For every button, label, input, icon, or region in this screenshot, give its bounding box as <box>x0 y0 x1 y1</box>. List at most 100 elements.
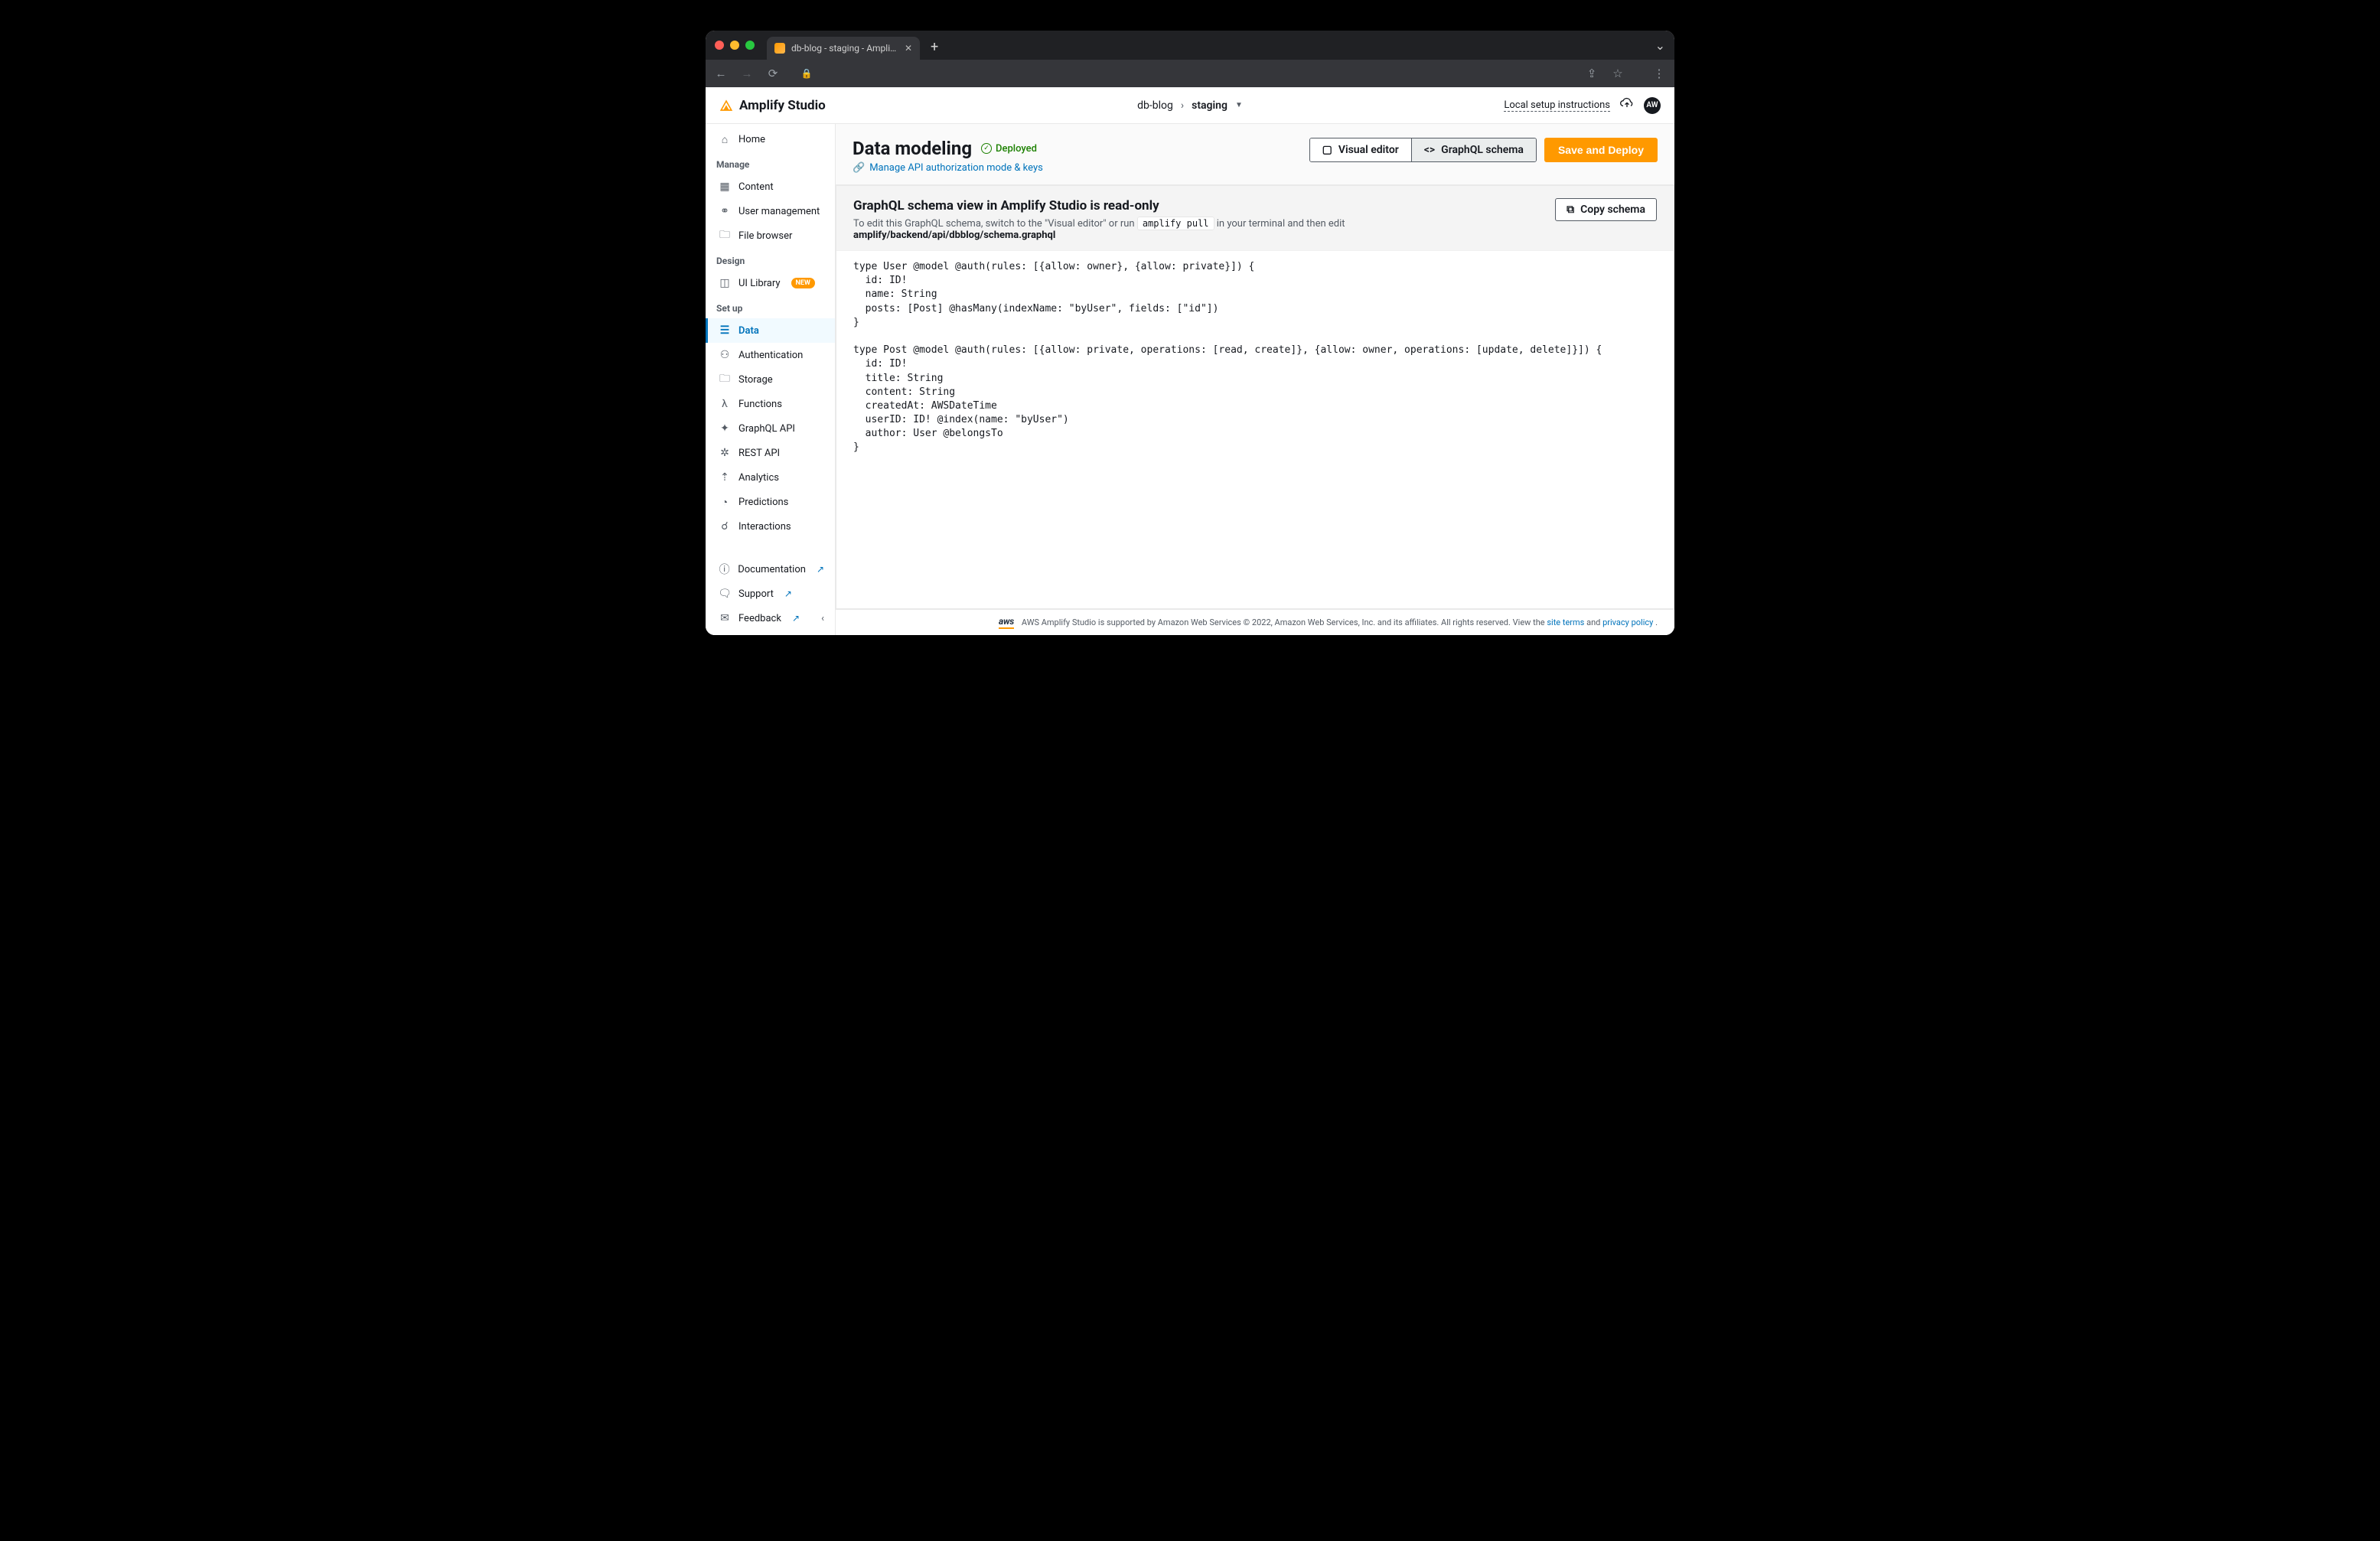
user-avatar[interactable]: AW <box>1644 97 1661 114</box>
sidebar-section-setup: Set up <box>706 295 835 318</box>
sidebar-item-analytics[interactable]: ⇡Analytics <box>706 465 835 490</box>
amplify-favicon-icon <box>774 43 785 54</box>
share-icon[interactable]: ⇪ <box>1586 67 1598 80</box>
breadcrumb-app: db-blog <box>1137 99 1173 112</box>
sidebar-item-functions[interactable]: λFunctions <box>706 392 835 416</box>
folder-icon: 🗀 <box>719 230 731 242</box>
data-icon: ☰ <box>719 324 731 337</box>
sidebar-item-label: Interactions <box>738 521 791 533</box>
feedback-icon: ✉ <box>719 612 731 624</box>
sidebar-item-label: GraphQL API <box>738 423 795 435</box>
tab-label: GraphQL schema <box>1441 144 1524 156</box>
component-icon: ◫ <box>719 277 731 289</box>
window-controls <box>715 41 755 50</box>
sidebar-item-support[interactable]: 🗨Support↗ <box>706 582 835 606</box>
sidebar-item-user-management[interactable]: ⚭User management <box>706 199 835 223</box>
chrome-menu-icon[interactable]: ⌄ <box>1655 38 1665 53</box>
aws-logo-icon: aws <box>999 616 1014 629</box>
sidebar-section-manage: Manage <box>706 151 835 174</box>
amplify-logo-icon <box>719 99 733 112</box>
auth-icon: ⚇ <box>719 349 731 361</box>
sidebar-item-label: REST API <box>738 448 780 459</box>
sidebar-item-label: Predictions <box>738 497 788 508</box>
footer-copy: AWS Amplify Studio is supported by Amazo… <box>1022 617 1547 627</box>
sidebar-item-documentation[interactable]: ⓘDocumentation↗ <box>706 557 835 582</box>
collapse-sidebar-icon[interactable]: ‹ <box>821 613 824 624</box>
sidebar-item-label: Content <box>738 181 774 193</box>
schema-path: amplify/backend/api/dbblog/schema.graphq… <box>853 230 1055 241</box>
site-terms-link[interactable]: site terms <box>1547 617 1584 627</box>
status-label: Deployed <box>996 143 1037 155</box>
sidebar-item-file-browser[interactable]: 🗀 File browser <box>706 223 835 248</box>
storage-icon: 🗀 <box>719 373 731 386</box>
sidebar-item-label: Data <box>738 325 759 337</box>
close-tab-icon[interactable]: ✕ <box>905 43 912 54</box>
maximize-window-icon[interactable] <box>745 41 755 50</box>
panel-header: GraphQL schema view in Amplify Studio is… <box>836 186 1674 251</box>
breadcrumb[interactable]: db-blog › staging ▼ <box>1137 99 1243 112</box>
sidebar-item-home[interactable]: ⌂ Home <box>706 127 835 151</box>
external-link-icon: ↗ <box>817 564 824 575</box>
breadcrumb-env: staging <box>1192 99 1227 112</box>
interactions-icon: ☌ <box>719 520 731 533</box>
deploy-status-badge: ✓ Deployed <box>981 143 1037 155</box>
sidebar-item-feedback[interactable]: ✉Feedback↗ ‹ <box>706 606 835 630</box>
footer: aws AWS Amplify Studio is supported by A… <box>836 609 1674 635</box>
tab-title: db-blog - staging - Amplify St… <box>791 43 898 54</box>
sidebar-item-content[interactable]: ▦ Content <box>706 174 835 199</box>
sidebar-item-rest-api[interactable]: ✲REST API <box>706 441 835 465</box>
kebab-menu-icon[interactable]: ⋮ <box>1653 67 1665 80</box>
new-badge: NEW <box>791 278 815 288</box>
footer-copy: and <box>1586 617 1602 627</box>
manage-api-auth-link[interactable]: 🔗 Manage API authorization mode & keys <box>853 162 1043 174</box>
sidebar-item-graphql-api[interactable]: ✦GraphQL API <box>706 416 835 441</box>
sidebar-item-label: User management <box>738 206 820 217</box>
sidebar-item-label: Storage <box>738 374 773 386</box>
analytics-icon: ⇡ <box>719 471 731 484</box>
reload-icon[interactable]: ⟳ <box>767 67 779 80</box>
back-icon[interactable]: ← <box>715 67 727 80</box>
local-setup-link[interactable]: Local setup instructions <box>1504 99 1610 112</box>
check-circle-icon: ✓ <box>981 143 992 154</box>
app-header: Amplify Studio db-blog › staging ▼ Local… <box>706 87 1674 124</box>
support-icon: 🗨 <box>719 588 731 600</box>
lock-icon[interactable]: 🔒 <box>800 68 813 79</box>
home-icon: ⌂ <box>719 133 731 145</box>
sidebar-item-data[interactable]: ☰ Data <box>706 318 835 343</box>
tab-graphql-schema[interactable]: <> GraphQL schema <box>1411 138 1536 161</box>
content-icon: ▦ <box>719 181 731 193</box>
sidebar-item-label: File browser <box>738 230 792 242</box>
browser-tab[interactable]: db-blog - staging - Amplify St… ✕ <box>767 37 920 60</box>
minimize-window-icon[interactable] <box>730 41 739 50</box>
amplify-studio-logo[interactable]: Amplify Studio <box>719 98 826 113</box>
browser-tab-bar: db-blog - staging - Amplify St… ✕ + ⌄ <box>706 31 1674 60</box>
privacy-policy-link[interactable]: privacy policy <box>1602 617 1653 627</box>
forward-icon[interactable]: → <box>741 67 753 80</box>
sidebar-item-storage[interactable]: 🗀 Storage <box>706 367 835 392</box>
save-and-deploy-button[interactable]: Save and Deploy <box>1544 138 1658 162</box>
browser-toolbar: ← → ⟳ 🔒 ⇪ ☆ ⋮ <box>706 60 1674 87</box>
tab-visual-editor[interactable]: ▢ Visual editor <box>1310 138 1411 161</box>
desc-text: To edit this GraphQL schema, switch to t… <box>853 218 1137 230</box>
new-tab-icon[interactable]: + <box>931 39 938 55</box>
sidebar-item-label: Functions <box>738 399 782 410</box>
graphql-schema-code[interactable]: type User @model @auth(rules: [{allow: o… <box>836 251 1674 608</box>
sidebar-item-interactions[interactable]: ☌ Interactions <box>706 514 835 539</box>
command-snippet: amplify pull <box>1137 217 1214 230</box>
star-icon[interactable]: ☆ <box>1612 67 1624 80</box>
view-toggle: ▢ Visual editor <> GraphQL schema <box>1309 138 1537 162</box>
tab-label: Visual editor <box>1338 144 1399 156</box>
close-window-icon[interactable] <box>715 41 724 50</box>
predictions-icon: ◔ <box>719 496 731 508</box>
footer-copy: . <box>1655 617 1658 627</box>
sidebar-item-authentication[interactable]: ⚇Authentication <box>706 343 835 367</box>
environment-dropdown-icon[interactable]: ▼ <box>1235 101 1243 109</box>
link-label: Manage API authorization mode & keys <box>869 162 1043 174</box>
link-icon: 🔗 <box>853 162 865 174</box>
page-title: Data modeling <box>853 138 972 159</box>
footer-text: AWS Amplify Studio is supported by Amazo… <box>1022 617 1658 627</box>
cloud-sync-icon[interactable] <box>1619 96 1635 115</box>
sidebar-item-ui-library[interactable]: ◫UI LibraryNEW <box>706 271 835 295</box>
copy-schema-button[interactable]: ⧉ Copy schema <box>1555 198 1657 221</box>
sidebar-item-predictions[interactable]: ◔ Predictions <box>706 490 835 514</box>
